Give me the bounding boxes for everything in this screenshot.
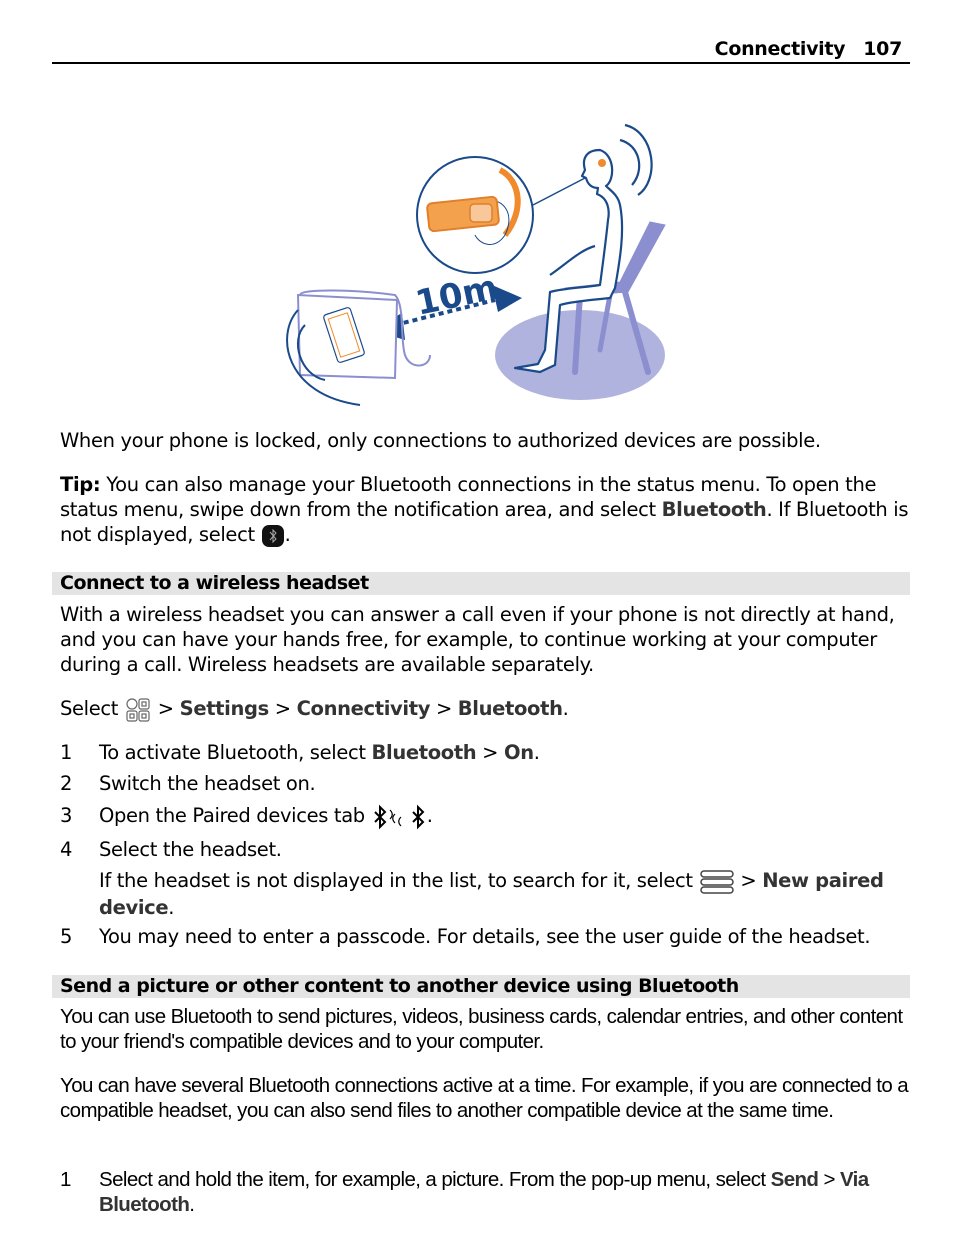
bluetooth-headset-illustration: 10m [286, 123, 666, 406]
distance-label: 10m [412, 267, 501, 323]
send-paragraph-2: You can have several Bluetooth connectio… [60, 1074, 909, 1122]
section-heading-send: Send a picture or other content to anoth… [52, 975, 910, 998]
page-number: 107 [863, 38, 902, 60]
apps-menu-icon [126, 697, 150, 722]
path-bluetooth: Bluetooth [457, 697, 563, 720]
intro-paragraph: When your phone is locked, only connecti… [60, 429, 821, 452]
options-menu-icon [699, 869, 734, 894]
headset-signal-waves [619, 123, 653, 196]
callout-line [532, 177, 586, 206]
headset-paragraph: With a wireless headset you can answer a… [60, 603, 895, 676]
section-title: Connectivity [714, 38, 846, 60]
page-header: Connectivity 107 [52, 36, 910, 64]
section-heading-headset: Connect to a wireless headset [52, 572, 910, 595]
bluetooth-toggle-icon [261, 524, 284, 547]
headset-dot [598, 159, 606, 167]
tip-paragraph: Tip: You can also manage your Bluetooth … [60, 473, 909, 547]
bluetooth-link: Bluetooth [661, 498, 767, 521]
settings-path: Select > Settings > Connectivity > Bluet… [60, 696, 910, 723]
path-settings: Settings [179, 697, 270, 720]
tip-label: Tip: [60, 473, 101, 496]
bag [296, 289, 431, 380]
path-connectivity: Connectivity [296, 697, 431, 720]
paired-devices-icon [373, 804, 425, 829]
headset-callout [416, 156, 534, 274]
send-paragraph-1: You can use Bluetooth to send pictures, … [60, 1005, 903, 1053]
